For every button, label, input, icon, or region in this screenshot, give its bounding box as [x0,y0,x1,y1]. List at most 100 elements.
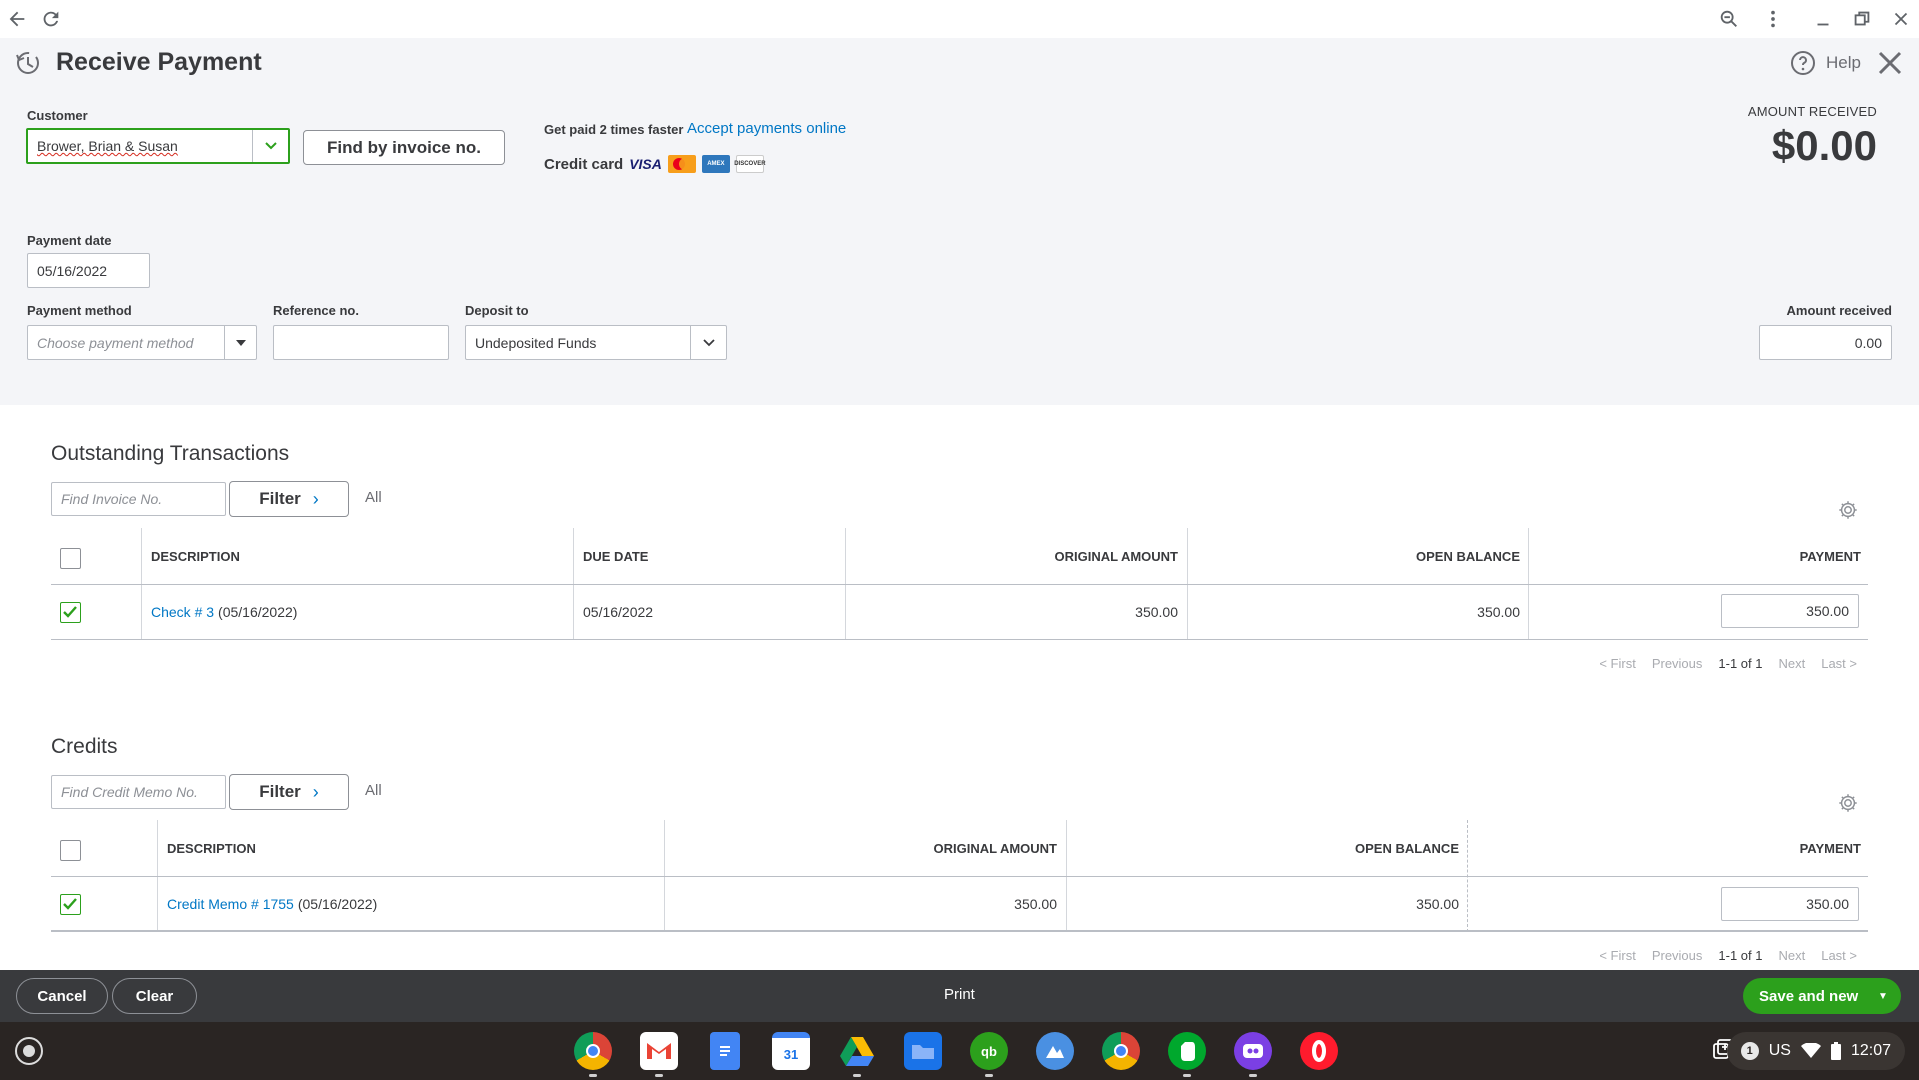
credit-card-label: Credit card [544,155,624,173]
clear-button[interactable]: Clear [112,978,197,1014]
check-link[interactable]: Check # 3 [151,604,214,620]
pager-next[interactable]: Next [1778,948,1805,963]
find-credit-memo-input[interactable]: Find Credit Memo No. [51,775,226,809]
browser-toolbar [0,0,1919,38]
evernote-icon[interactable] [1168,1032,1206,1077]
row-due-date: 05/16/2022 [583,603,654,620]
quickbooks-icon[interactable]: qb [970,1032,1008,1077]
calendar-icon[interactable]: 31 [772,1032,810,1070]
col-original-amount: ORIGINAL AMOUNT [1054,548,1179,564]
zoom-icon[interactable] [1718,8,1740,30]
outstanding-filter-button[interactable]: Filter › [229,481,349,517]
amount-received-input[interactable]: 0.00 [1759,325,1892,360]
payment-method-select[interactable]: Choose payment method [27,325,257,360]
system-shelf: 31 qb 1 US 12:07 [0,1022,1919,1080]
credits-all-label: All [365,782,382,799]
gmail-icon[interactable] [640,1032,678,1077]
caret-down-icon[interactable]: ▼ [1873,978,1893,1014]
col-open-balance: OPEN BALANCE [1415,548,1520,564]
outstanding-pager: < First Previous 1-1 of 1 Next Last > [1599,656,1857,671]
launcher-icon[interactable] [15,1037,43,1065]
clock: 12:07 [1850,1042,1891,1059]
col-open-balance: OPEN BALANCE [1354,840,1459,856]
opera-icon[interactable] [1300,1032,1338,1070]
amount-received-label: AMOUNT RECEIVED [1747,104,1877,119]
caret-down-icon[interactable] [224,326,256,359]
col-due-date: DUE DATE [583,548,649,564]
deposit-to-select[interactable]: Undeposited Funds [465,325,727,360]
pager-last[interactable]: Last > [1821,656,1857,671]
credits-filter-button[interactable]: Filter › [229,774,349,810]
outstanding-table: DESCRIPTION DUE DATE ORIGINAL AMOUNT OPE… [51,528,1868,640]
chevron-right-icon: › [312,781,319,802]
customer-value: Brower, Brian & Susan [37,138,178,154]
pager-first[interactable]: < First [1599,948,1635,963]
chrome-icon[interactable] [574,1032,612,1077]
help-label: Help [1826,53,1861,72]
filter-label: Filter [259,489,301,508]
row-description: Check # 3 (05/16/2022) [151,584,297,639]
row-original-amount: 350.00 [1014,895,1057,912]
app-icon[interactable] [1036,1032,1074,1070]
outstanding-section-title: Outstanding Transactions [51,442,290,465]
save-and-new-button[interactable]: Save and new ▼ [1743,978,1901,1014]
reference-no-input[interactable] [273,325,449,360]
customer-select[interactable]: Brower, Brian & Susan [26,128,290,164]
page-title: Receive Payment [56,48,262,76]
cancel-button[interactable]: Cancel [16,978,108,1014]
amount-received-field-label: Amount received [1786,303,1892,318]
chevron-down-icon[interactable] [690,326,726,359]
pager-previous[interactable]: Previous [1652,948,1703,963]
print-button[interactable]: Print [944,986,975,1003]
accept-payments-link[interactable]: Accept payments online [687,120,846,137]
minimize-icon[interactable] [1812,8,1834,30]
pager-range: 1-1 of 1 [1718,948,1763,963]
find-invoice-input[interactable]: Find Invoice No. [51,482,226,516]
row-payment-input[interactable]: 350.00 [1721,594,1859,628]
drive-icon[interactable] [838,1032,876,1077]
credits-section-title: Credits [51,735,118,758]
help-icon [1791,51,1816,75]
row-checkbox[interactable] [60,894,81,915]
gear-icon[interactable] [1837,499,1859,521]
gear-icon[interactable] [1837,792,1859,814]
more-vert-icon[interactable] [1762,8,1784,30]
discover-logo: DISCOVER [734,155,766,173]
chevron-down-icon[interactable] [252,130,288,162]
row-date: (05/16/2022) [218,603,298,620]
payment-form-header: Receive Payment Help Customer Brower, Br… [0,38,1919,405]
deposit-to-value: Undeposited Funds [475,334,597,351]
pager-previous[interactable]: Previous [1652,656,1703,671]
select-all-checkbox[interactable] [60,548,81,569]
chrome-icon[interactable] [1102,1032,1140,1070]
history-icon[interactable] [14,49,42,77]
files-icon[interactable] [904,1032,942,1070]
help-button[interactable]: Help [1790,50,1861,76]
footer-bar: Cancel Clear Print Save and new ▼ [0,970,1919,1022]
row-payment-input[interactable]: 350.00 [1721,887,1859,921]
window-close-icon[interactable] [1890,8,1912,30]
find-by-invoice-button[interactable]: Find by invoice no. [303,130,505,165]
row-checkbox[interactable] [60,602,81,623]
pager-range: 1-1 of 1 [1718,656,1763,671]
status-tray[interactable]: 1 US 12:07 [1726,1032,1905,1070]
credit-memo-link[interactable]: Credit Memo # 1755 [167,896,294,912]
pager-last[interactable]: Last > [1821,948,1857,963]
customer-label: Customer [27,108,88,123]
back-arrow-icon[interactable] [6,8,28,30]
pager-next[interactable]: Next [1778,656,1805,671]
docs-icon[interactable] [710,1032,740,1070]
col-payment: PAYMENT [1799,840,1861,856]
select-all-checkbox[interactable] [60,840,81,861]
shelf-apps: 31 qb [574,1032,1338,1077]
close-icon[interactable] [1875,48,1905,78]
restore-icon[interactable] [1851,8,1873,30]
reload-icon[interactable] [40,8,62,30]
payment-date-input[interactable]: 05/16/2022 [27,253,150,288]
visa-logo: VISA [629,156,662,172]
credits-table: DESCRIPTION ORIGINAL AMOUNT OPEN BALANCE… [51,820,1868,932]
wifi-icon [1800,1043,1821,1058]
amex-logo: AMEX [701,155,730,173]
pager-first[interactable]: < First [1599,656,1635,671]
app-icon[interactable] [1234,1032,1272,1077]
